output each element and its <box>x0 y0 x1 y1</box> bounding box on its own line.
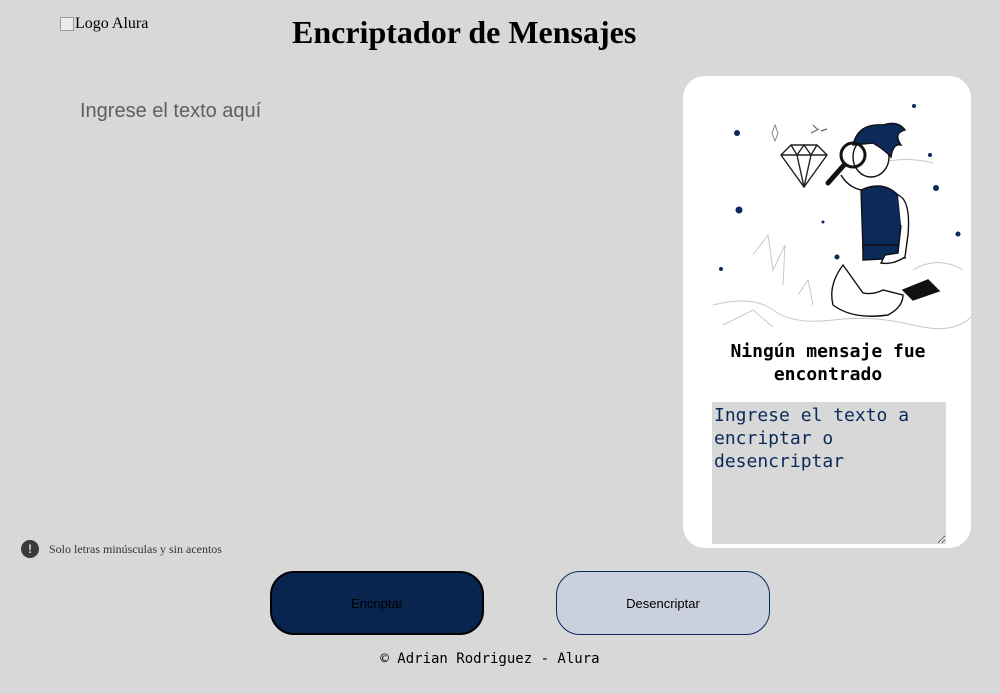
page-title: Encriptador de Mensajes <box>292 14 637 50</box>
hint-text: Solo letras minúsculas y sin acentos <box>49 541 222 556</box>
decrypt-button[interactable]: Desencriptar <box>556 571 770 635</box>
input-hint: ! Solo letras minúsculas y sin acentos <box>21 540 222 558</box>
broken-image-icon <box>59 16 75 32</box>
logo-alt-text: Logo Alura <box>75 15 149 32</box>
message-input[interactable] <box>60 80 660 530</box>
encrypt-button[interactable]: Encriptar <box>270 571 484 635</box>
output-textarea[interactable] <box>712 402 946 544</box>
person-with-magnifying-glass-illustration <box>713 104 971 330</box>
no-message-title: Ningún mensaje fue encontrado <box>730 341 926 385</box>
info-circle-icon: ! <box>21 540 39 558</box>
logo-alura: Logo Alura <box>59 15 148 33</box>
footer-credit: © Adrian Rodriguez - Alura <box>380 651 600 667</box>
